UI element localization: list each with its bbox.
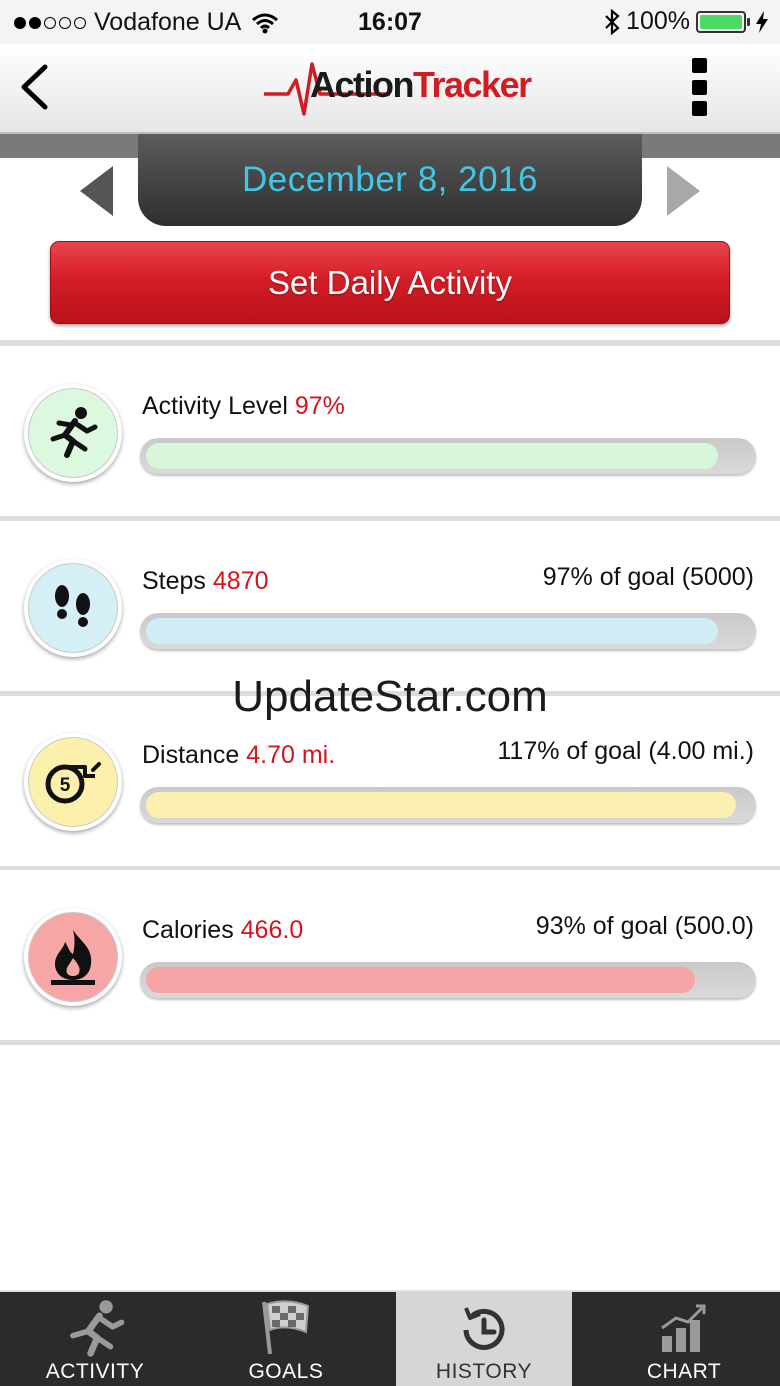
tab-label: HISTORY bbox=[435, 1360, 533, 1383]
set-daily-activity-button[interactable]: Set Daily Activity bbox=[50, 241, 730, 324]
footprints-icon bbox=[24, 559, 122, 657]
status-right-group: 100% bbox=[604, 7, 768, 36]
logo-wordmark: ActionTracker bbox=[310, 64, 532, 106]
svg-text:5: 5 bbox=[60, 775, 71, 796]
running-person-icon bbox=[24, 384, 122, 482]
progress-fill bbox=[146, 618, 718, 644]
app-logo: ActionTracker bbox=[262, 60, 532, 120]
progress-bar bbox=[140, 787, 756, 823]
metric-name: Distance bbox=[142, 741, 240, 769]
goal-text: 93% of goal (500.0) bbox=[535, 912, 754, 940]
progress-fill bbox=[146, 967, 695, 993]
goal-text: 117% of goal (4.00 mi.) bbox=[497, 737, 754, 765]
tab-history[interactable]: HISTORY bbox=[395, 1292, 573, 1386]
progress-fill bbox=[146, 792, 736, 818]
tab-goals[interactable]: GOALS bbox=[190, 1292, 382, 1386]
metric-label: Distance 4.70 mi. bbox=[142, 741, 335, 770]
metric-row-activity[interactable]: Activity Level 97% bbox=[0, 346, 780, 516]
tab-chart[interactable]: CHART bbox=[588, 1292, 780, 1386]
metric-name: Calories bbox=[142, 916, 234, 944]
more-menu-button[interactable] bbox=[692, 58, 712, 116]
progress-bar bbox=[140, 962, 756, 998]
metric-label: Steps 4870 bbox=[142, 567, 269, 596]
bar-chart-icon bbox=[661, 1304, 706, 1352]
history-clock-icon bbox=[463, 1307, 505, 1350]
triangle-left-icon[interactable] bbox=[80, 166, 113, 216]
date-display: December 8, 2016 bbox=[138, 134, 642, 226]
goal-text: 97% of goal (5000) bbox=[542, 563, 754, 591]
charging-bolt-icon bbox=[756, 10, 768, 33]
tab-label: GOALS bbox=[248, 1360, 324, 1383]
checkered-flag-icon bbox=[261, 1300, 309, 1355]
progress-fill bbox=[146, 443, 718, 469]
metric-label: Activity Level 97% bbox=[142, 392, 345, 421]
tab-label: CHART bbox=[646, 1360, 722, 1383]
running-person-icon bbox=[70, 1300, 125, 1357]
progress-bar bbox=[140, 438, 756, 474]
metric-name: Activity Level bbox=[142, 392, 288, 420]
metric-value: 4.70 mi. bbox=[246, 741, 336, 769]
bluetooth-icon bbox=[605, 8, 620, 35]
metric-row-distance[interactable]: 5 Distance 4.70 mi. 117% of goal (4.00 m… bbox=[0, 696, 780, 866]
current-date: December 8, 2016 bbox=[242, 160, 538, 199]
metric-name: Steps bbox=[142, 567, 206, 595]
battery-percent: 100% bbox=[626, 7, 690, 35]
metric-value: 4870 bbox=[212, 567, 269, 595]
flame-icon bbox=[24, 908, 122, 1006]
tab-activity[interactable]: ACTIVITY bbox=[0, 1292, 190, 1386]
metric-row-steps[interactable]: Steps 4870 97% of goal (5000) bbox=[0, 521, 780, 691]
status-bar: Vodafone UA 16:07 100% bbox=[0, 0, 780, 44]
bottom-tab-bar: ACTIVITY GOALS HISTORY CHART bbox=[0, 1290, 780, 1386]
battery-icon bbox=[696, 10, 750, 33]
metric-value: 97% bbox=[294, 392, 345, 420]
back-button[interactable] bbox=[14, 62, 54, 112]
metric-row-calories[interactable]: Calories 466.0 93% of goal (500.0) bbox=[0, 870, 780, 1040]
chevron-left-icon bbox=[21, 64, 48, 110]
vertical-menu-icon bbox=[692, 58, 707, 73]
progress-bar bbox=[140, 613, 756, 649]
tab-label: ACTIVITY bbox=[45, 1360, 145, 1383]
metric-label: Calories 466.0 bbox=[142, 916, 303, 945]
logo-tracker-text: Tracker bbox=[413, 64, 532, 105]
tape-measure-icon: 5 bbox=[24, 733, 122, 831]
metric-value: 466.0 bbox=[240, 916, 304, 944]
app-header: ActionTracker bbox=[0, 44, 780, 134]
logo-action-text: Action bbox=[310, 64, 415, 105]
triangle-right-icon[interactable] bbox=[667, 166, 700, 216]
